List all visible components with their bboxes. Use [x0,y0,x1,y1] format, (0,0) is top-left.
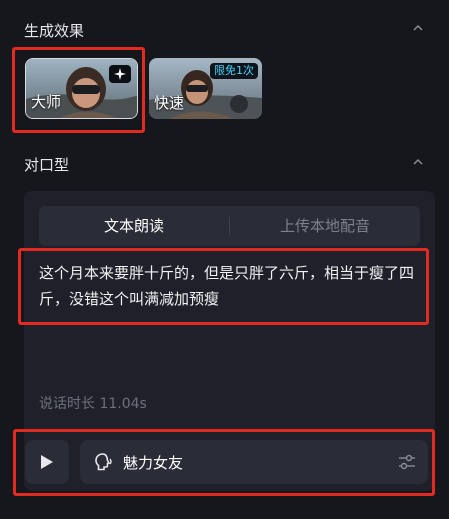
collapse-chevron-icon[interactable] [413,158,423,168]
lipsync-section-title: 对口型 [24,156,70,174]
highlight-box-effect [12,47,145,133]
generation-section-title: 生成效果 [24,22,85,40]
lipsync-tabs: 文本朗读 上传本地配音 [39,206,420,246]
effect-option-label: 快速 [154,94,185,112]
highlight-box-script [18,248,429,325]
tab-upload-audio[interactable]: 上传本地配音 [230,206,420,246]
speech-duration: 说话时长 11.04s [39,396,147,412]
collapse-chevron-icon[interactable] [413,24,423,34]
tab-text-reading[interactable]: 文本朗读 [39,206,229,246]
effect-option-fast[interactable]: 限免1次 快速 [149,58,262,119]
free-trial-badge: 限免1次 [210,63,258,79]
highlight-box-voice [13,429,435,496]
